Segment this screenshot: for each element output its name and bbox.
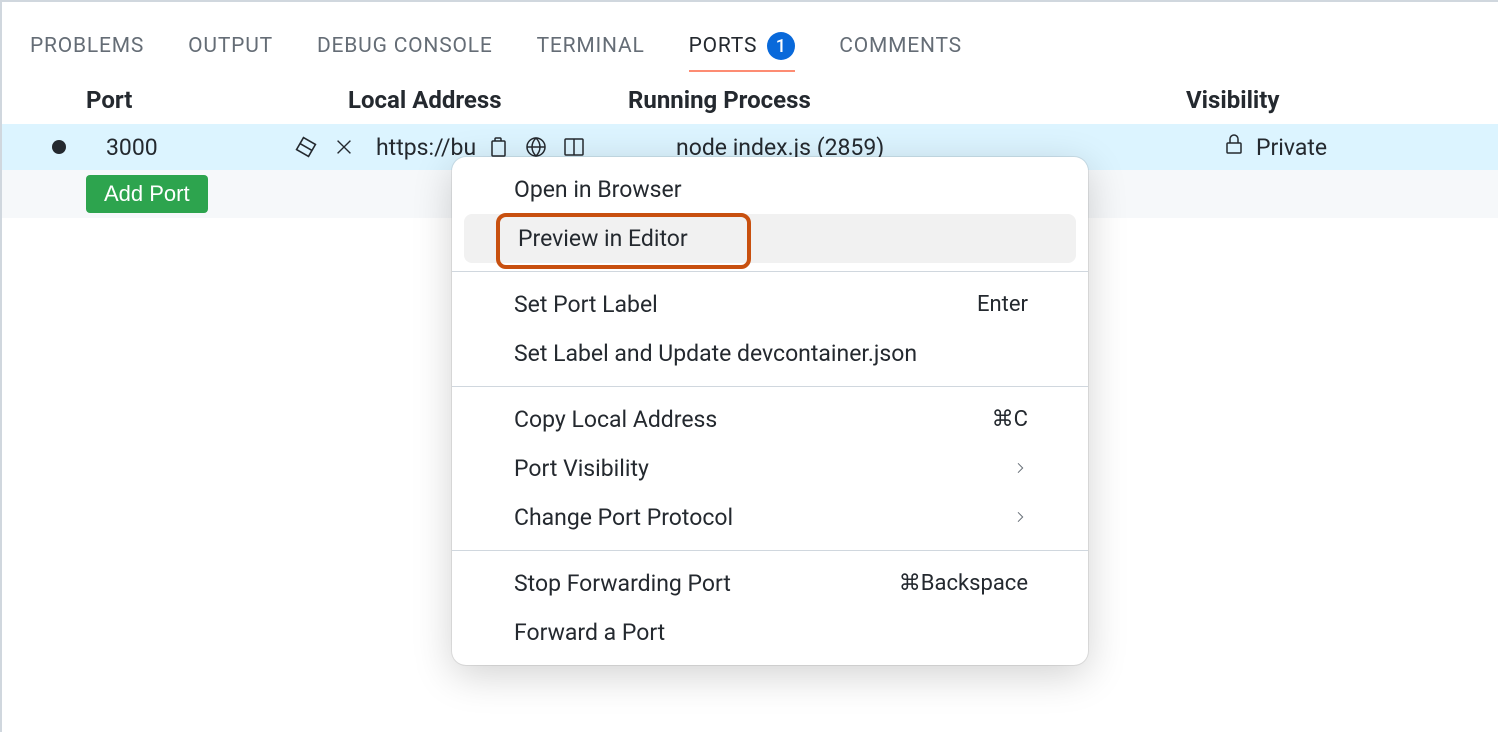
visibility-text: Private [1256,134,1327,161]
menu-separator [452,386,1088,387]
header-visibility: Visibility [1152,86,1470,114]
header-port: Port [86,86,348,114]
port-context-menu: Open in Browser Preview in Editor Set Po… [452,157,1088,665]
header-running-process: Running Process [612,86,1152,114]
ports-count-badge: 1 [767,32,795,60]
tab-output[interactable]: OUTPUT [188,24,273,70]
tag-icon[interactable] [292,133,320,161]
menu-set-label-update[interactable]: Set Label and Update devcontainer.json [460,329,1080,378]
menu-set-port-label-shortcut: Enter [977,292,1028,317]
tab-problems[interactable]: PROBLEMS [30,24,144,70]
ports-table-header: Port Local Address Running Process Visib… [2,72,1498,124]
menu-change-port-protocol[interactable]: Change Port Protocol [460,493,1080,542]
menu-set-port-label-label: Set Port Label [514,291,658,318]
menu-separator [452,550,1088,551]
add-port-button[interactable]: Add Port [86,175,208,213]
menu-copy-local-address-shortcut: ⌘C [992,407,1028,432]
tab-ports[interactable]: PORTS 1 [689,22,796,72]
menu-preview-in-editor-label: Preview in Editor [518,225,688,252]
tab-comments[interactable]: COMMENTS [839,24,962,70]
chevron-right-icon [1012,506,1028,530]
tab-debug-console[interactable]: DEBUG CONSOLE [317,24,493,70]
menu-preview-in-editor[interactable]: Preview in Editor [464,214,1076,263]
menu-separator [452,271,1088,272]
menu-copy-local-address-label: Copy Local Address [514,406,717,433]
menu-port-visibility-label: Port Visibility [514,455,649,482]
menu-port-visibility[interactable]: Port Visibility [460,444,1080,493]
port-status-dot-icon [52,140,66,154]
visibility-cell: Private [1168,132,1327,162]
port-number: 3000 [106,134,292,161]
menu-stop-forwarding-label: Stop Forwarding Port [514,570,731,597]
lock-icon [1222,132,1246,162]
menu-forward-a-port-label: Forward a Port [514,619,665,646]
panel-tabs: PROBLEMS OUTPUT DEBUG CONSOLE TERMINAL P… [2,14,1498,72]
menu-open-in-browser-label: Open in Browser [514,176,682,203]
menu-open-in-browser[interactable]: Open in Browser [460,165,1080,214]
local-address-text: https://bu [376,134,476,161]
chevron-right-icon [1012,457,1028,481]
close-icon[interactable] [330,133,358,161]
menu-forward-a-port[interactable]: Forward a Port [460,608,1080,657]
port-row-actions [292,133,358,161]
menu-copy-local-address[interactable]: Copy Local Address ⌘C [460,395,1080,444]
menu-set-label-update-label: Set Label and Update devcontainer.json [514,340,917,367]
tab-terminal[interactable]: TERMINAL [537,24,645,70]
header-local-address: Local Address [348,86,612,114]
menu-stop-forwarding[interactable]: Stop Forwarding Port ⌘Backspace [460,559,1080,608]
menu-stop-forwarding-shortcut: ⌘Backspace [899,571,1028,596]
menu-set-port-label[interactable]: Set Port Label Enter [460,280,1080,329]
menu-change-port-protocol-label: Change Port Protocol [514,504,733,531]
tab-ports-label: PORTS [689,34,758,58]
